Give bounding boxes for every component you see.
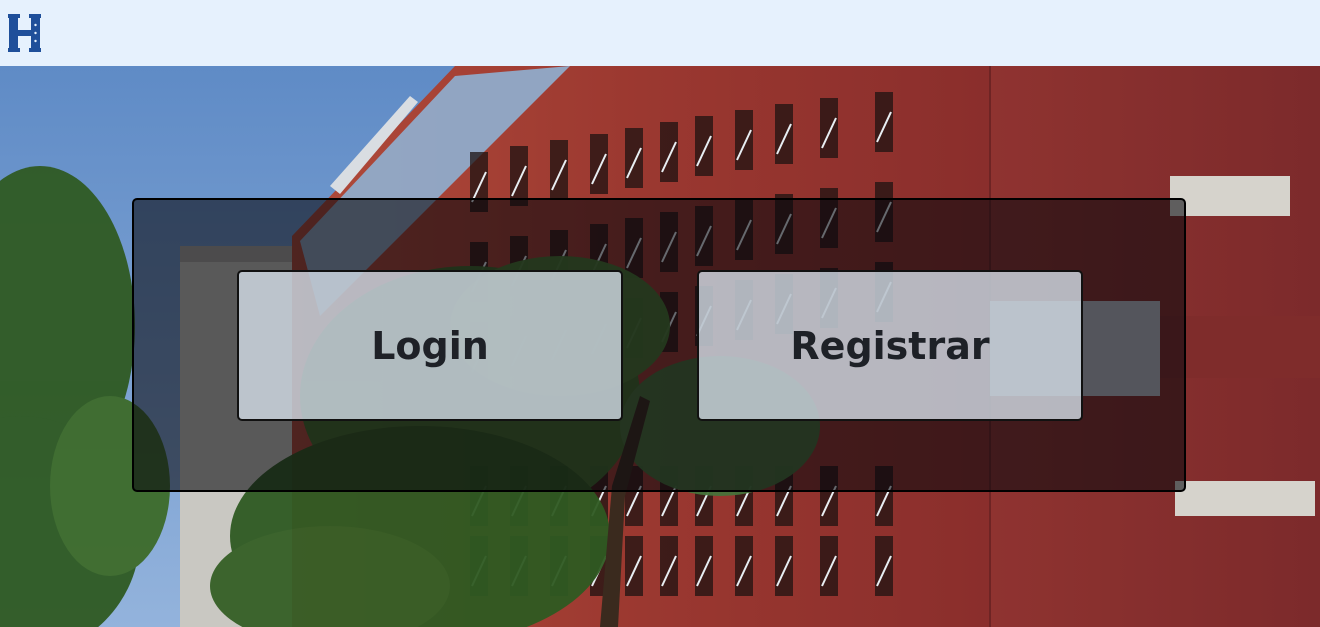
login-button[interactable]: Login (237, 270, 623, 421)
h-logo-icon[interactable] (8, 13, 42, 53)
landing-page: Login Registrar (0, 0, 1320, 627)
register-button[interactable]: Registrar (697, 270, 1083, 421)
top-navbar (0, 0, 1320, 66)
